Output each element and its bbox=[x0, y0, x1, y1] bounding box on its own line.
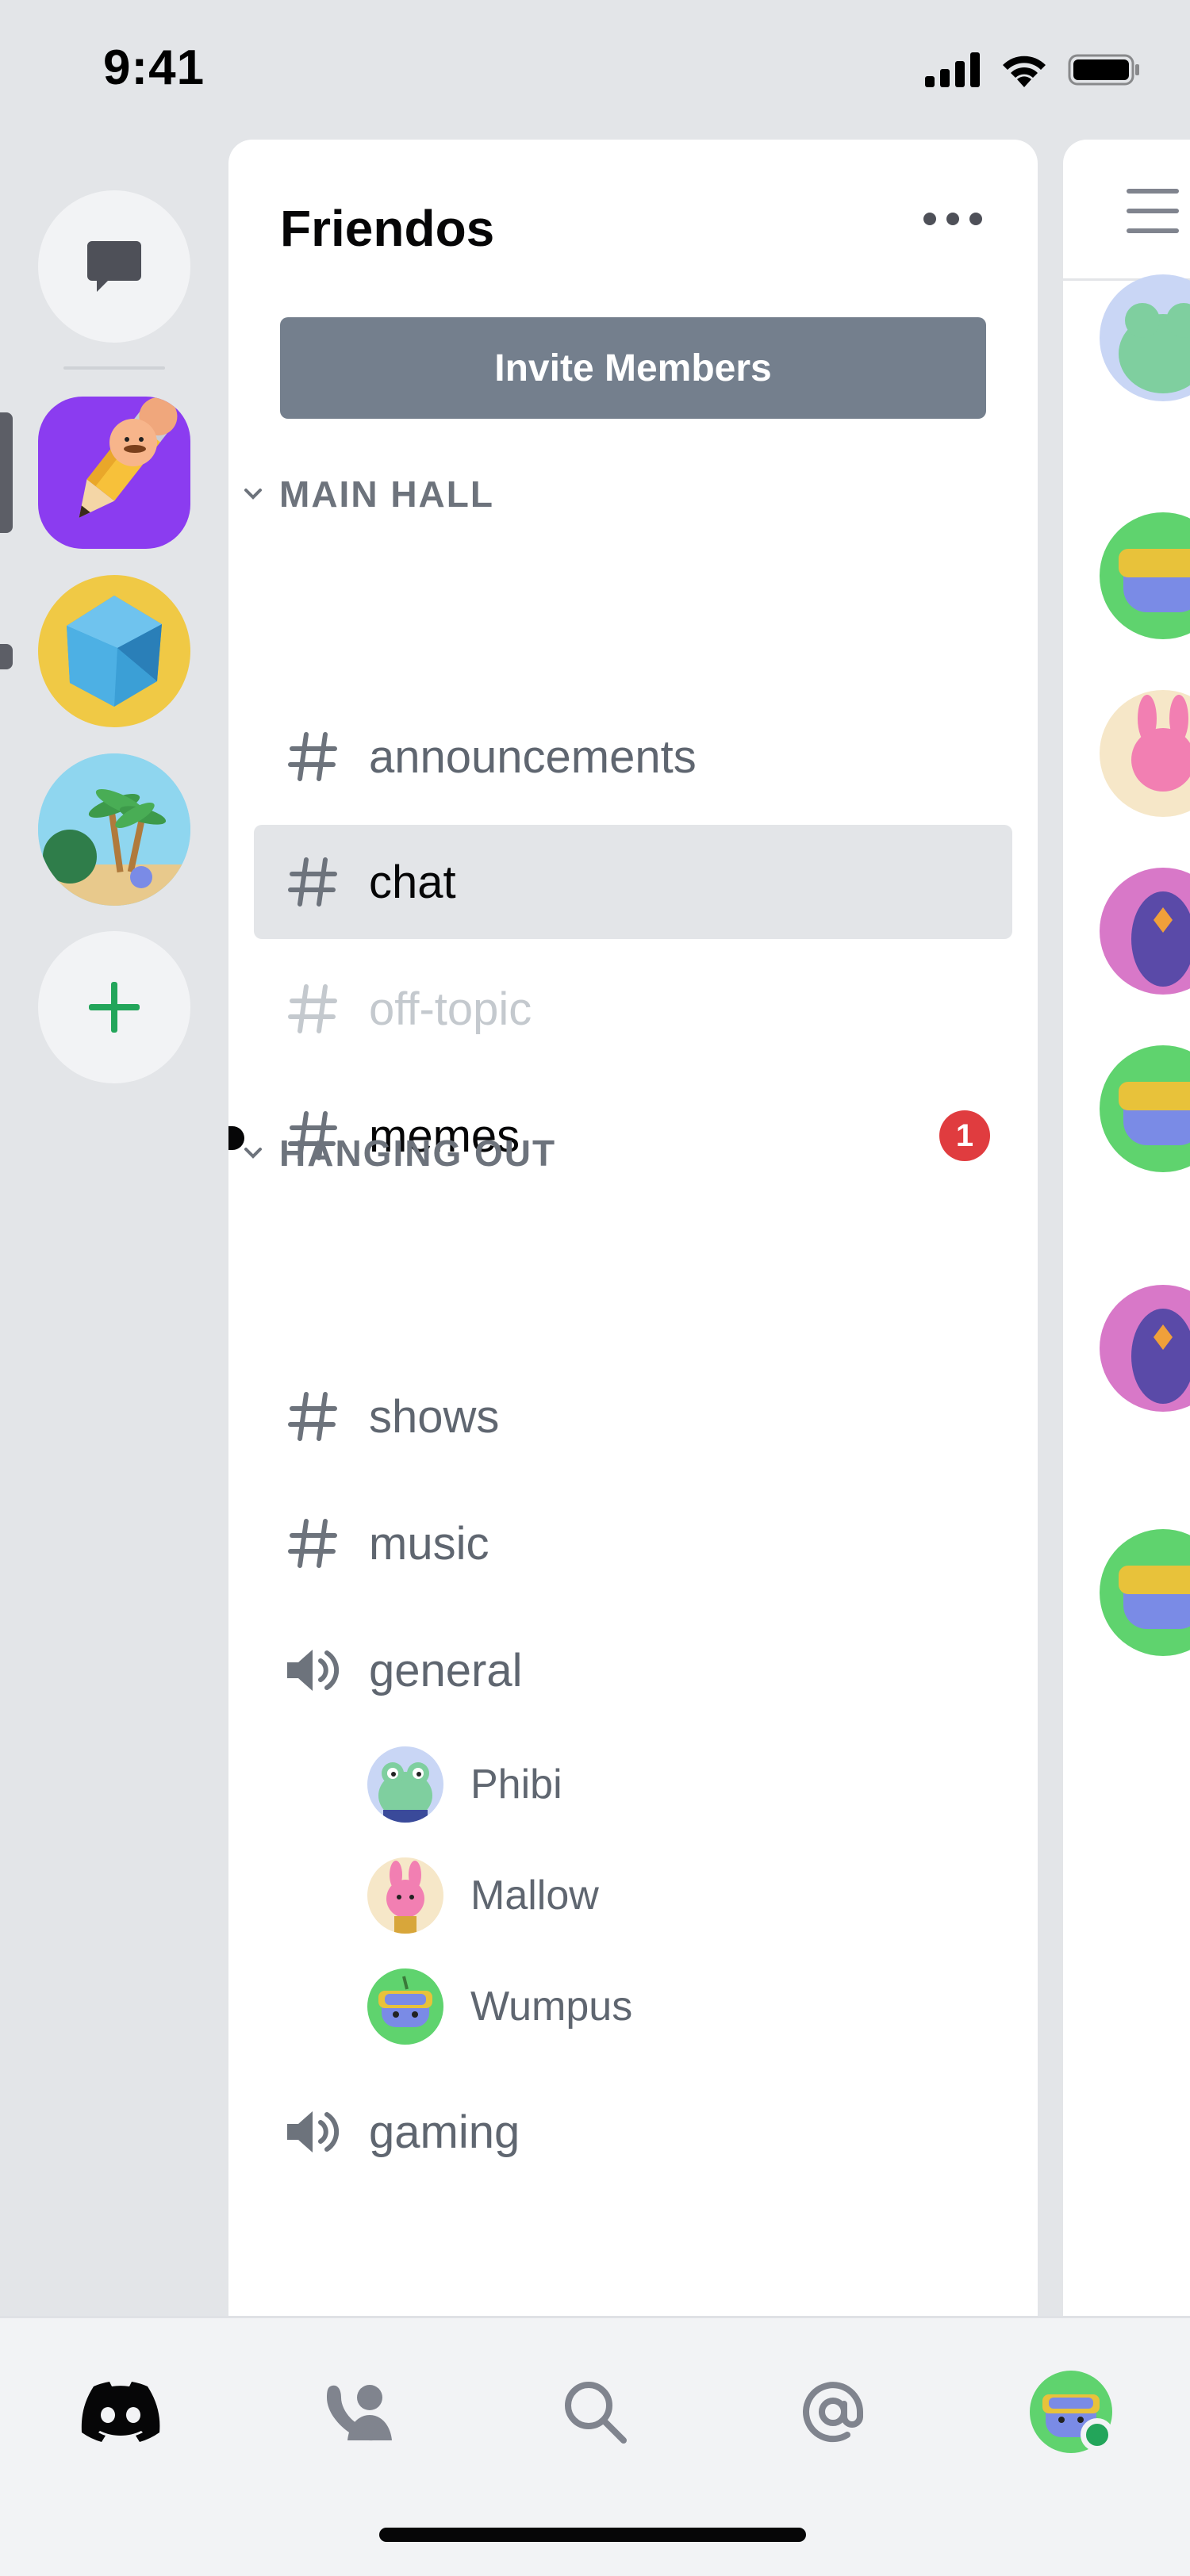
channel-name: off-topic bbox=[369, 983, 532, 1035]
voice-user-name: Phibi bbox=[470, 1761, 562, 1807]
menu-icon[interactable] bbox=[1127, 189, 1179, 233]
more-options-button[interactable] bbox=[923, 213, 982, 225]
home-indicator bbox=[379, 2528, 806, 2542]
category-label: HANGING OUT bbox=[279, 1133, 557, 1174]
chevron-down-icon bbox=[241, 482, 265, 506]
hashtag-icon bbox=[281, 825, 344, 939]
channel-name: shows bbox=[369, 1390, 500, 1443]
wifi-icon bbox=[1003, 56, 1046, 87]
friends-icon bbox=[327, 2385, 392, 2441]
voice-user-phibi[interactable]: Phibi bbox=[367, 1743, 562, 1826]
battery-icon bbox=[1068, 54, 1139, 86]
nav-search[interactable] bbox=[547, 2364, 643, 2459]
message-avatar bbox=[1100, 690, 1190, 817]
channel-chat[interactable]: chat bbox=[254, 825, 1012, 939]
message-avatar bbox=[1100, 1529, 1190, 1656]
category-main-hall[interactable]: MAIN HALL bbox=[241, 473, 494, 516]
message-avatar bbox=[1100, 512, 1190, 639]
add-server-button[interactable] bbox=[38, 931, 190, 1083]
voice-user-name: Mallow bbox=[470, 1873, 599, 1919]
speaker-icon bbox=[281, 1613, 344, 1727]
message-avatar bbox=[1100, 868, 1190, 995]
avatar bbox=[367, 1968, 443, 2045]
avatar bbox=[367, 1857, 443, 1934]
gem-icon bbox=[67, 596, 162, 707]
message-avatar bbox=[1100, 1045, 1190, 1172]
nav-friends[interactable] bbox=[312, 2364, 407, 2459]
status-icons bbox=[925, 52, 1141, 87]
chat-bubble-icon bbox=[87, 241, 141, 292]
island-icon bbox=[38, 753, 190, 906]
pencil-mascot-icon bbox=[79, 397, 178, 518]
channel-name: general bbox=[369, 1644, 523, 1696]
channel-name: announcements bbox=[369, 730, 697, 783]
selected-server-indicator bbox=[0, 412, 13, 533]
server-title: Friendos bbox=[280, 200, 495, 257]
chevron-down-icon bbox=[241, 1141, 265, 1165]
voice-user-name: Wumpus bbox=[470, 1984, 633, 2030]
message-avatar bbox=[1100, 274, 1190, 401]
signal-icon bbox=[925, 52, 980, 87]
hashtag-icon bbox=[281, 1486, 344, 1600]
channel-panel: Friendos Invite Members MAIN HALL announ… bbox=[228, 140, 1038, 2316]
chat-panel-peek[interactable] bbox=[1063, 140, 1190, 2316]
server-pencil-button[interactable] bbox=[38, 397, 190, 549]
server-island-button[interactable] bbox=[38, 753, 190, 906]
nav-home[interactable] bbox=[73, 2364, 168, 2459]
voice-channel-gaming[interactable]: gaming bbox=[254, 2075, 1012, 2189]
avatar bbox=[367, 1746, 443, 1823]
status-time: 9:41 bbox=[103, 40, 205, 95]
message-avatar bbox=[1100, 1285, 1190, 1412]
voice-user-wumpus[interactable]: Wumpus bbox=[367, 1965, 632, 2048]
unread-server-indicator bbox=[0, 644, 13, 669]
home-icon bbox=[81, 2382, 160, 2442]
rail-divider bbox=[63, 366, 165, 370]
more-dot-icon bbox=[946, 213, 959, 225]
plus-icon bbox=[89, 982, 140, 1033]
server-gem-button[interactable] bbox=[38, 575, 190, 727]
search-icon bbox=[565, 2382, 627, 2444]
hashtag-icon bbox=[281, 700, 344, 814]
direct-messages-button[interactable] bbox=[38, 190, 190, 343]
more-dot-icon bbox=[923, 213, 936, 225]
channel-name: gaming bbox=[369, 2106, 520, 2158]
channel-name: chat bbox=[369, 856, 456, 908]
category-hanging-out[interactable]: HANGING OUT bbox=[241, 1132, 556, 1175]
channel-name: music bbox=[369, 1517, 489, 1570]
hashtag-icon bbox=[281, 952, 344, 1066]
invite-members-button[interactable]: Invite Members bbox=[280, 317, 986, 419]
mention-badge: 1 bbox=[939, 1110, 990, 1161]
channel-music[interactable]: music bbox=[254, 1486, 1012, 1600]
server-rail bbox=[0, 135, 228, 2316]
category-label: MAIN HALL bbox=[279, 473, 494, 515]
voice-channel-general[interactable]: general bbox=[254, 1613, 1012, 1727]
nav-mentions[interactable] bbox=[785, 2364, 881, 2459]
chat-header bbox=[1063, 140, 1190, 281]
channel-shows[interactable]: shows bbox=[254, 1359, 1012, 1474]
channel-off-topic[interactable]: off-topic bbox=[254, 952, 1012, 1066]
status-bar: 9:41 bbox=[0, 0, 1190, 135]
hashtag-icon bbox=[281, 1359, 344, 1474]
speaker-icon bbox=[281, 2075, 344, 2189]
channel-announcements[interactable]: announcements bbox=[254, 700, 1012, 814]
voice-user-mallow[interactable]: Mallow bbox=[367, 1854, 599, 1937]
online-status-icon bbox=[1081, 2418, 1114, 2451]
mentions-icon bbox=[803, 2382, 863, 2443]
bottom-navigation bbox=[0, 2316, 1190, 2576]
more-dot-icon bbox=[969, 213, 982, 225]
